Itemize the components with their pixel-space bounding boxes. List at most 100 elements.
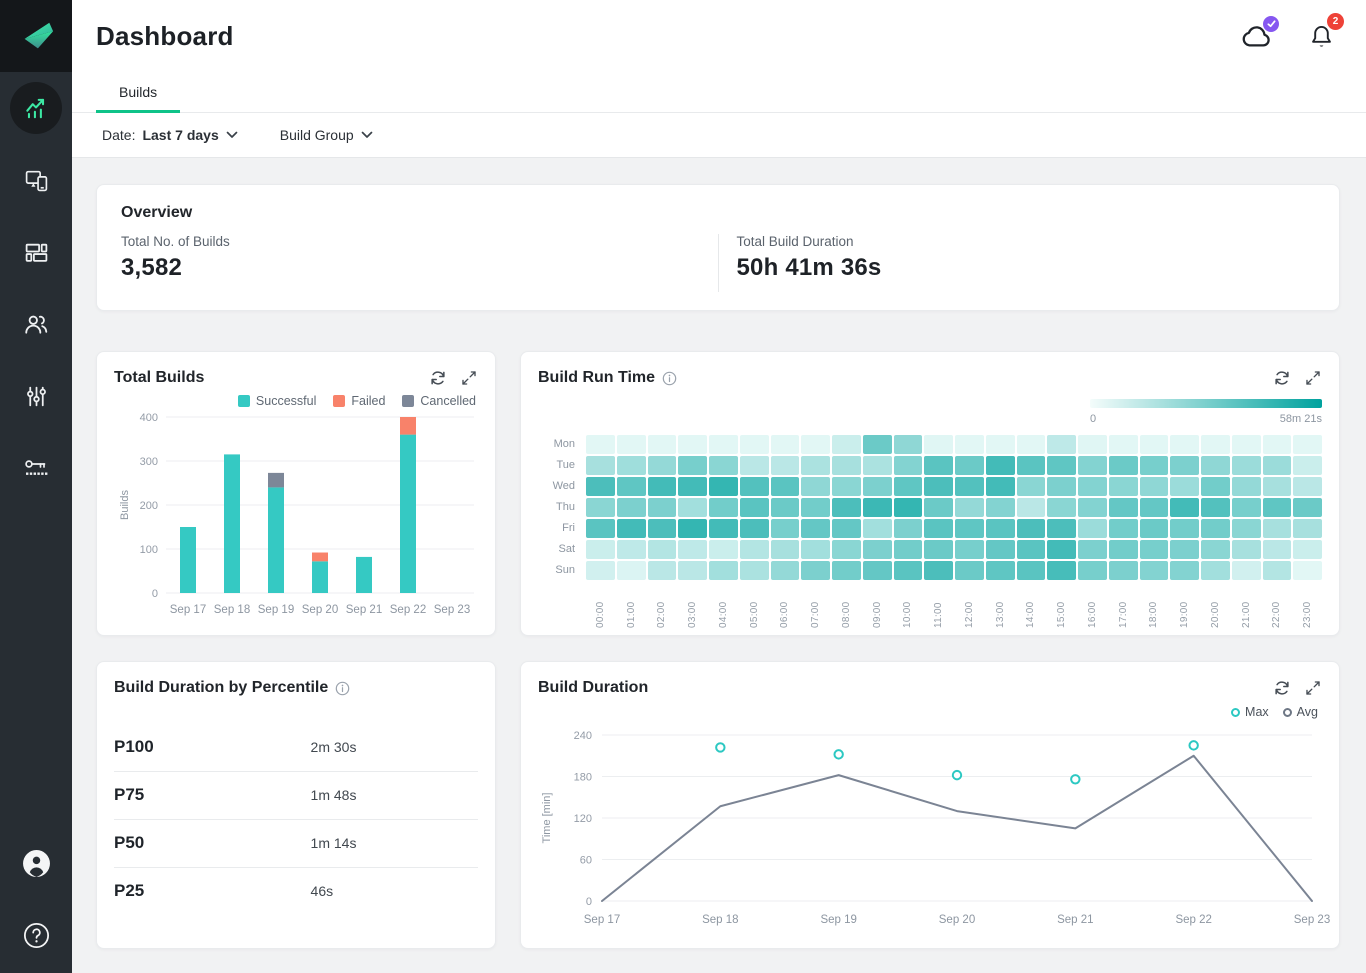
heatmap-cell[interactable]: [617, 477, 646, 496]
heatmap-cell[interactable]: [1293, 561, 1322, 580]
heatmap-cell[interactable]: [955, 456, 984, 475]
heatmap-cell[interactable]: [801, 456, 830, 475]
heatmap-cell[interactable]: [740, 519, 769, 538]
heatmap-cell[interactable]: [709, 456, 738, 475]
heatmap-cell[interactable]: [1047, 519, 1076, 538]
heatmap-cell[interactable]: [924, 561, 953, 580]
heatmap-cell[interactable]: [1201, 540, 1230, 559]
heatmap-cell[interactable]: [1047, 540, 1076, 559]
heatmap-cell[interactable]: [678, 477, 707, 496]
heatmap-cell[interactable]: [1170, 519, 1199, 538]
heatmap-cell[interactable]: [801, 435, 830, 454]
heatmap-cell[interactable]: [863, 519, 892, 538]
heatmap-cell[interactable]: [1109, 561, 1138, 580]
refresh-button[interactable]: [1273, 679, 1291, 697]
heatmap-cell[interactable]: [586, 498, 615, 517]
heatmap-cell[interactable]: [1170, 561, 1199, 580]
heatmap-cell[interactable]: [1263, 519, 1292, 538]
heatmap-cell[interactable]: [709, 498, 738, 517]
heatmap-cell[interactable]: [1263, 456, 1292, 475]
heatmap-cell[interactable]: [1047, 498, 1076, 517]
heatmap-cell[interactable]: [986, 477, 1015, 496]
heatmap-cell[interactable]: [771, 456, 800, 475]
heatmap-cell[interactable]: [924, 456, 953, 475]
heatmap-cell[interactable]: [832, 540, 861, 559]
heatmap-cell[interactable]: [771, 540, 800, 559]
heatmap-cell[interactable]: [1263, 540, 1292, 559]
heatmap-cell[interactable]: [709, 477, 738, 496]
expand-button[interactable]: [1304, 369, 1322, 387]
heatmap-cell[interactable]: [648, 477, 677, 496]
heatmap-cell[interactable]: [1293, 435, 1322, 454]
heatmap-cell[interactable]: [648, 498, 677, 517]
heatmap-cell[interactable]: [955, 519, 984, 538]
heatmap-cell[interactable]: [832, 456, 861, 475]
refresh-button[interactable]: [429, 369, 447, 387]
heatmap-cell[interactable]: [1263, 435, 1292, 454]
heatmap-cell[interactable]: [955, 477, 984, 496]
heatmap-cell[interactable]: [1201, 477, 1230, 496]
heatmap-cell[interactable]: [863, 477, 892, 496]
heatmap-cell[interactable]: [894, 477, 923, 496]
heatmap-cell[interactable]: [1232, 456, 1261, 475]
heatmap-cell[interactable]: [771, 561, 800, 580]
heatmap-cell[interactable]: [771, 519, 800, 538]
expand-button[interactable]: [460, 369, 478, 387]
heatmap-cell[interactable]: [1109, 456, 1138, 475]
heatmap-cell[interactable]: [986, 456, 1015, 475]
heatmap-cell[interactable]: [740, 540, 769, 559]
heatmap-cell[interactable]: [1017, 435, 1046, 454]
heatmap-cell[interactable]: [955, 561, 984, 580]
heatmap-cell[interactable]: [863, 561, 892, 580]
heatmap-cell[interactable]: [1078, 456, 1107, 475]
heatmap-cell[interactable]: [1263, 498, 1292, 517]
heatmap-cell[interactable]: [1078, 435, 1107, 454]
heatmap-cell[interactable]: [586, 477, 615, 496]
heatmap-cell[interactable]: [1017, 456, 1046, 475]
sidebar-item-team[interactable]: [0, 288, 72, 360]
heatmap-cell[interactable]: [740, 498, 769, 517]
heatmap-cell[interactable]: [771, 498, 800, 517]
heatmap-cell[interactable]: [924, 435, 953, 454]
heatmap-cell[interactable]: [678, 561, 707, 580]
heatmap-cell[interactable]: [955, 435, 984, 454]
heatmap-cell[interactable]: [1201, 456, 1230, 475]
sidebar-item-profile[interactable]: [0, 827, 72, 899]
heatmap-cell[interactable]: [1017, 540, 1046, 559]
heatmap-cell[interactable]: [801, 519, 830, 538]
cloud-status-button[interactable]: [1240, 19, 1274, 53]
heatmap-cell[interactable]: [863, 456, 892, 475]
heatmap-cell[interactable]: [1232, 540, 1261, 559]
heatmap-cell[interactable]: [1140, 456, 1169, 475]
heatmap-cell[interactable]: [894, 456, 923, 475]
heatmap-cell[interactable]: [801, 540, 830, 559]
sidebar-item-insights[interactable]: [0, 72, 72, 144]
heatmap-cell[interactable]: [1201, 561, 1230, 580]
heatmap-cell[interactable]: [1170, 477, 1199, 496]
heatmap-cell[interactable]: [1017, 561, 1046, 580]
app-logo[interactable]: [0, 0, 72, 72]
heatmap-cell[interactable]: [1170, 435, 1199, 454]
heatmap-cell[interactable]: [924, 519, 953, 538]
heatmap-cell[interactable]: [986, 519, 1015, 538]
heatmap-cell[interactable]: [648, 456, 677, 475]
heatmap-cell[interactable]: [617, 519, 646, 538]
heatmap-cell[interactable]: [1078, 561, 1107, 580]
sidebar-item-projects[interactable]: [0, 216, 72, 288]
heatmap-cell[interactable]: [1017, 477, 1046, 496]
heatmap-cell[interactable]: [586, 561, 615, 580]
refresh-button[interactable]: [1273, 369, 1291, 387]
heatmap-cell[interactable]: [894, 519, 923, 538]
heatmap-cell[interactable]: [709, 519, 738, 538]
heatmap-cell[interactable]: [1263, 561, 1292, 580]
heatmap-cell[interactable]: [1201, 498, 1230, 517]
sidebar-item-apps[interactable]: [0, 144, 72, 216]
heatmap-cell[interactable]: [894, 561, 923, 580]
heatmap-cell[interactable]: [955, 498, 984, 517]
heatmap-cell[interactable]: [1017, 498, 1046, 517]
heatmap-cell[interactable]: [863, 435, 892, 454]
expand-button[interactable]: [1304, 679, 1322, 697]
info-icon[interactable]: [662, 371, 677, 386]
heatmap-cell[interactable]: [832, 435, 861, 454]
heatmap-cell[interactable]: [1201, 435, 1230, 454]
